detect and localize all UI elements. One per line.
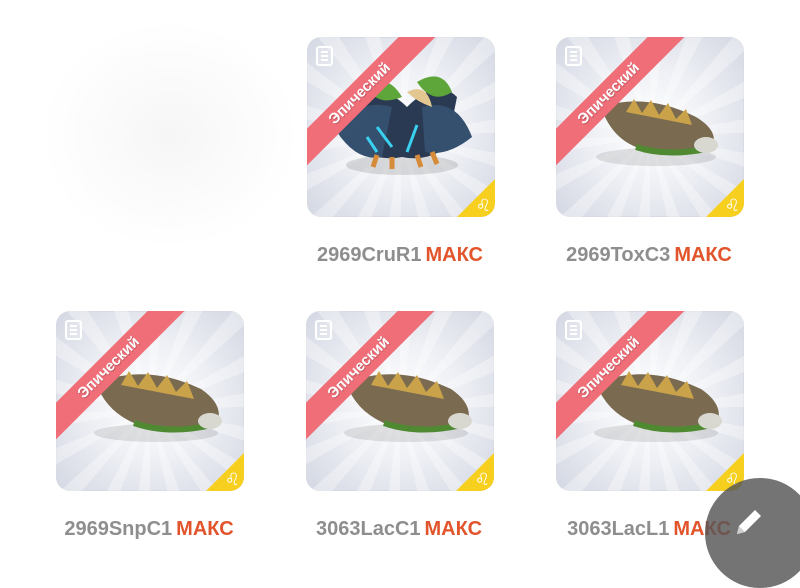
- max-level-label: МАКС: [424, 518, 483, 540]
- max-level-label: МАКС: [425, 244, 484, 266]
- pencil-icon: [737, 510, 761, 534]
- card-code: 2969CruR1: [316, 244, 422, 266]
- creature-card-3[interactable]: Эпический ♌: [56, 311, 244, 491]
- creature-card-4[interactable]: Эпический ♌: [306, 311, 494, 491]
- background-smudge: [40, 20, 300, 250]
- card-code: 3063LacC1: [315, 518, 421, 540]
- book-icon[interactable]: [65, 320, 82, 340]
- card-4-label: 3063LacC1 МАКС: [269, 518, 529, 541]
- card-code: 2969SnpC1: [64, 518, 173, 540]
- leo-sign-icon: ♌: [224, 470, 240, 489]
- book-icon[interactable]: [565, 320, 582, 340]
- max-level-label: МАКС: [674, 244, 732, 266]
- creature-card-5[interactable]: Эпический ♌: [556, 311, 744, 491]
- book-icon[interactable]: [565, 46, 582, 66]
- max-level-label: МАКС: [176, 518, 234, 540]
- creature-card-2[interactable]: Эпический ♌: [556, 37, 744, 217]
- edit-button[interactable]: [705, 478, 800, 588]
- card-code: 3063LacL1: [567, 518, 670, 540]
- card-code: 2969ToxC3: [566, 244, 671, 266]
- book-icon[interactable]: [316, 46, 333, 66]
- leo-sign-icon: ♌: [475, 196, 491, 215]
- book-icon[interactable]: [315, 320, 332, 340]
- card-1-label: 2969CruR1 МАКС: [270, 244, 530, 267]
- card-3-label: 2969SnpC1 МАКС: [19, 518, 279, 541]
- creature-card-1[interactable]: Эпический ♌: [307, 37, 495, 217]
- leo-sign-icon: ♌: [724, 196, 740, 215]
- card-2-label: 2969ToxC3 МАКС: [519, 244, 779, 267]
- leo-sign-icon: ♌: [474, 470, 490, 489]
